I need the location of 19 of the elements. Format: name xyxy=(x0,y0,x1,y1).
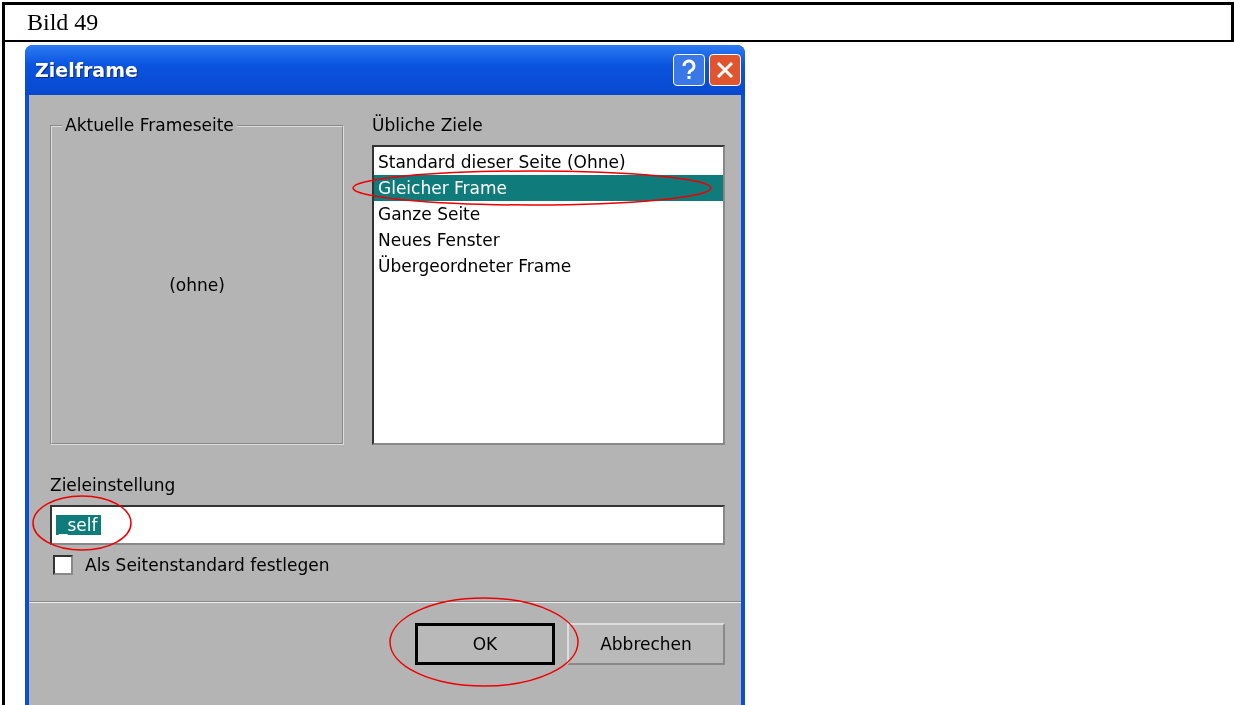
close-icon xyxy=(716,61,734,79)
dialog-button[interactable]: OK xyxy=(415,623,555,665)
input-field[interactable]: _self xyxy=(50,505,725,545)
figure-caption: Bild 49 xyxy=(27,9,99,36)
list-item[interactable]: Standard dieser Seite (Ohne) xyxy=(374,149,723,175)
list-item[interactable]: Übergeordneter Frame xyxy=(374,253,723,279)
field-label: Zieleinstellung xyxy=(50,475,177,495)
list-label: Übliche Ziele xyxy=(372,115,484,135)
dialog-button[interactable]: Abbrechen xyxy=(567,623,725,665)
help-button[interactable] xyxy=(673,54,705,86)
checkbox[interactable] xyxy=(53,555,73,575)
list-item[interactable]: Neues Fenster xyxy=(374,227,723,253)
list-item[interactable]: Gleicher Frame xyxy=(374,175,723,201)
question-mark-icon xyxy=(681,59,697,81)
frame-value: (ohne) xyxy=(169,275,225,295)
window-title: Zielframe xyxy=(35,59,139,81)
checkbox-label: Als Seitenstandard festlegen xyxy=(85,555,330,575)
close-button[interactable] xyxy=(709,54,741,86)
list-item[interactable]: Ganze Seite xyxy=(374,201,723,227)
